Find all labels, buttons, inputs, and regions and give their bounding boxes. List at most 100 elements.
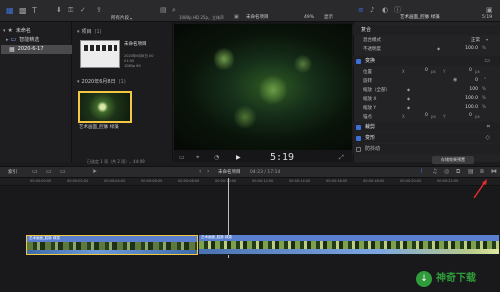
sidebar-item-event[interactable]: ▦ 2020-6-17 [1,45,72,54]
transform-overlay-icon[interactable]: ▭ [484,58,490,64]
position-y-value[interactable]: 0 [469,69,472,74]
scale-x-value[interactable]: 100.0 [465,96,478,101]
rotation-value[interactable]: 0 [475,78,478,83]
opacity-value[interactable]: 100.0 [465,46,478,51]
skimming-icon[interactable]: ⌇ [420,169,423,175]
library-row[interactable]: ▾ ★ 未命名 [3,27,71,35]
disclosure-down-icon[interactable]: ▾ [77,30,80,35]
sidebar-item-label: 智能精选 [19,36,40,43]
chevron-down-icon: ▾ [130,16,133,21]
view-menu[interactable]: 显示 [324,15,333,21]
fullscreen-icon[interactable]: ⤢ [339,155,344,161]
transform-section[interactable]: 变换 ▭ [353,56,500,66]
import-icon[interactable]: ⬇ [56,7,62,14]
titles-icon[interactable]: T [32,7,37,15]
insert-icon[interactable]: ▭ [46,169,52,175]
effects-browser-icon[interactable]: ⧈ [480,169,484,175]
play-icon[interactable]: ▶ [236,155,241,161]
slider-knob-icon[interactable]: ◆ [407,105,410,110]
clip-appearance-icon[interactable]: ▤ [160,7,167,14]
anchor-y-value[interactable]: 0 [469,114,472,119]
solo-icon[interactable]: ◎ [444,169,449,175]
timeline-clip-selected[interactable]: 艺术画面_腔脉 绿藻 [26,235,198,255]
transitions-browser-icon[interactable]: ⧓ [491,169,497,175]
scale-y-value[interactable]: 100.0 [465,105,478,110]
section-projects-header[interactable]: ▾ 项目 (1) [77,30,102,35]
composite-section[interactable]: 复合 [353,25,500,35]
photos-icon[interactable]: ▩ [19,7,27,15]
audio-icon[interactable]: ♪ [370,7,374,14]
snapping-icon[interactable]: ⧉ [456,169,460,175]
search-icon[interactable]: ⌕ [172,7,176,14]
info-icon[interactable]: ⓘ [394,7,401,14]
transform-checkbox[interactable] [356,58,361,64]
browser-filter[interactable]: 所有片段 ▾ [111,16,132,22]
share-icon[interactable]: ⇪ [96,7,102,14]
append-icon[interactable]: ▭ [32,169,38,175]
index-button[interactable]: 索引 [8,170,17,176]
clip-thumbnail[interactable] [78,91,132,123]
timeline-clip[interactable]: 艺术画面_腔脉 绿藻 [199,235,499,255]
blend-mode-value[interactable]: 正常 [471,37,480,43]
slider-knob-icon[interactable]: ◆ [407,87,410,92]
disclosure-right-icon[interactable]: ▸ [6,37,9,43]
crop-icon[interactable]: ⌗ [487,124,490,130]
zoom-level[interactable]: 49% [304,15,314,21]
browser-pane: 所有片段 ▾ ▾ 项目 (1) 未命名项目 2020年6月8日 00 01:00… [73,16,173,164]
position-x-value[interactable]: 0 [425,69,428,74]
video-frame[interactable] [174,24,352,150]
distort-section[interactable]: 变形 ◇ [353,133,500,143]
timeline-body[interactable]: 艺术画面_腔脉 绿藻 艺术画面_腔脉 绿藻 ↓ 神奇下载 [0,178,500,292]
clapper-icon [84,45,117,51]
crop-checkbox[interactable] [356,124,361,130]
transform-icon[interactable]: ⌖ [196,155,199,161]
disclosure-down-icon[interactable]: ▾ [77,80,80,85]
library-icon[interactable]: ▦ [6,7,14,15]
rotation-dial-icon[interactable]: ◉ [453,78,457,83]
audio-skimming-icon[interactable]: ♫ [432,169,437,175]
section-title: 变形 [365,134,376,141]
inspector-duration: 5:19 [482,15,493,20]
blend-mode-row[interactable]: 混合模式 正常 ▾ [355,35,500,44]
ruler-tick-label: 00:00:18:00 [363,179,385,183]
color-icon[interactable]: ◐ [382,7,388,14]
timeline-ruler[interactable]: 00:00:00:00 00:00:02:00 00:00:04:00 00:0… [0,178,500,186]
scale-all-row[interactable]: 缩放（全部） ◆ 100 % [355,85,500,94]
forward-icon[interactable]: › [207,169,209,175]
anchor-x-value[interactable]: 0 [425,114,428,119]
arrow-tool-icon[interactable]: ➤ [92,169,97,175]
leaf-highlight [294,54,312,74]
slider-knob-icon[interactable]: ◆ [407,96,410,101]
check-icon[interactable]: ✓ [80,7,86,14]
key-icon[interactable]: ⚿ [68,7,73,14]
inspector-layout-icon[interactable]: ▣ [486,7,493,14]
scale-y-row[interactable]: 缩放 Y ◆ 100.0 % [355,103,500,112]
scale-all-value[interactable]: 100 [469,87,478,92]
section-title: 复合 [361,26,372,33]
rotation-row[interactable]: 旋转 ◉ 0 ° [355,76,500,85]
sidebar-item-smart-collections[interactable]: ▸ ▭ 智能精选 [6,36,72,44]
back-icon[interactable]: ‹ [199,169,201,175]
stabilize-section[interactable]: 防抖动 [353,144,500,154]
opacity-row[interactable]: 不透明度 ◆ 100.0 % [355,44,500,53]
project-thumbnail[interactable] [80,40,120,68]
section-event-header[interactable]: ▾ 2020年6月8日 (1) [77,80,126,85]
position-row[interactable]: 位置 X 0 px Y 0 px [355,67,500,76]
anchor-row[interactable]: 锚点 X 0 px Y 0 px [355,112,500,121]
anchor-x-unit: px [431,113,436,119]
browser-status: 已选定 1 项（共 2 项），44:09 [87,159,145,164]
distort-icon[interactable]: ◇ [485,135,490,141]
overwrite-icon[interactable]: ▭ [60,169,66,175]
viewer-options-icon[interactable]: ▭ [179,155,185,161]
distort-checkbox[interactable] [356,135,361,141]
retime-icon[interactable]: ◔ [214,155,219,161]
clip-appearance-icon[interactable]: ▤ [468,169,474,175]
slider-knob-icon[interactable]: ◆ [437,46,440,51]
disclosure-down-icon[interactable]: ▾ [3,28,6,34]
save-preset-button[interactable]: 存储效果预置 [432,156,474,164]
scale-x-row[interactable]: 缩放 X ◆ 100.0 % [355,94,500,103]
stabilize-checkbox[interactable] [356,146,361,152]
crop-section[interactable]: 裁剪 ⌗ [353,122,500,132]
inspector-icon[interactable]: ≡ [358,7,364,14]
scale-all-label: 缩放（全部） [363,87,390,93]
